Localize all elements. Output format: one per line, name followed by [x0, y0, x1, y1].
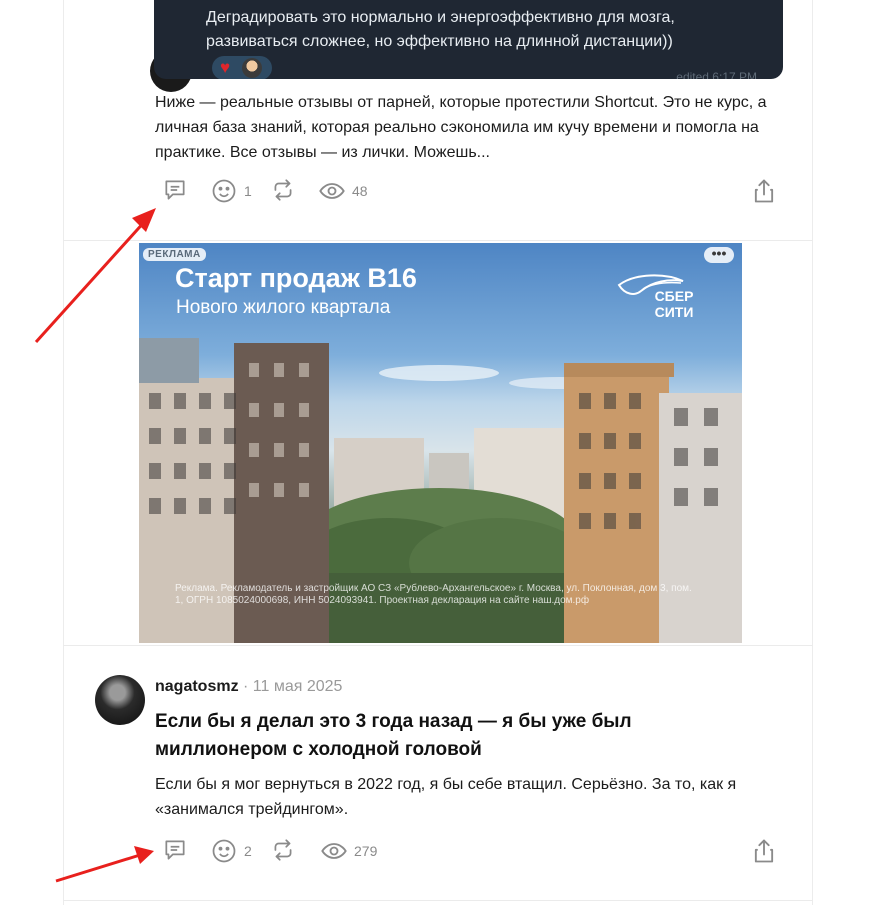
comment-icon	[165, 840, 185, 860]
ad-legal-text: Реклама. Рекламодатель и застройщик АО С…	[175, 583, 692, 606]
ad-banner[interactable]: РЕКЛАМА ••• Старт продаж В16 Нового жило…	[139, 243, 742, 643]
repost-icon	[274, 179, 292, 201]
chat-message-time: edited 6:17 PM	[676, 70, 757, 79]
ad-brand-line2: СИТИ	[654, 304, 694, 320]
smile-icon	[212, 179, 236, 203]
ad-subtitle: Нового жилого квартала	[176, 297, 391, 318]
chat-reactions: ♥	[212, 56, 272, 79]
share-button[interactable]	[750, 837, 778, 865]
post-divider	[63, 900, 813, 901]
eye-icon	[321, 843, 347, 859]
chat-message-bubble: Деградировать это нормально и энергоэффе…	[154, 0, 783, 79]
views-count: 279	[354, 843, 378, 859]
share-icon	[754, 839, 774, 863]
share-icon	[754, 179, 774, 203]
post-date: 11 мая 2025	[252, 678, 343, 695]
post-divider	[63, 645, 813, 646]
ad-brand-line1: СБЕР	[654, 288, 694, 304]
post-actions: 2 279	[160, 837, 780, 867]
post-divider	[63, 240, 813, 241]
author-name[interactable]: nagatosmz	[155, 678, 239, 695]
reaction-count: 2	[244, 843, 252, 859]
ad-menu-button[interactable]: •••	[704, 246, 734, 263]
views-counter: 48	[318, 177, 368, 205]
repost-icon	[274, 839, 292, 861]
smile-icon	[212, 839, 236, 863]
post-meta: nagatosmz · 11 мая 2025	[155, 678, 342, 696]
comment-icon	[165, 180, 185, 200]
share-button[interactable]	[750, 177, 778, 205]
repost-button[interactable]	[270, 837, 296, 863]
chat-message-text: Деградировать это нормально и энергоэффе…	[206, 9, 675, 50]
views-count: 48	[352, 183, 368, 199]
post-actions: 1 48	[160, 177, 780, 207]
ad-badge: РЕКЛАМА	[143, 248, 206, 261]
post-excerpt[interactable]: Если бы я мог вернуться в 2022 год, я бы…	[155, 772, 785, 822]
comment-button[interactable]	[162, 177, 188, 203]
author-avatar[interactable]	[95, 675, 145, 725]
reaction-button[interactable]: 1	[210, 177, 252, 205]
comment-button[interactable]	[162, 837, 188, 863]
post-title[interactable]: Если бы я делал это 3 года назад — я бы …	[155, 708, 715, 764]
views-counter: 279	[320, 837, 377, 865]
reactor-avatar	[242, 58, 262, 78]
meta-separator: ·	[238, 678, 253, 695]
eye-icon	[319, 183, 345, 199]
reaction-button[interactable]: 2	[210, 837, 252, 865]
heart-icon: ♥	[220, 58, 231, 77]
ad-title: Старт продаж В16	[175, 263, 417, 293]
post-excerpt[interactable]: Ниже — реальные отзывы от парней, которы…	[155, 90, 785, 165]
repost-button[interactable]	[270, 177, 296, 203]
ad-brand: СБЕР СИТИ	[629, 288, 719, 320]
reaction-count: 1	[244, 183, 252, 199]
